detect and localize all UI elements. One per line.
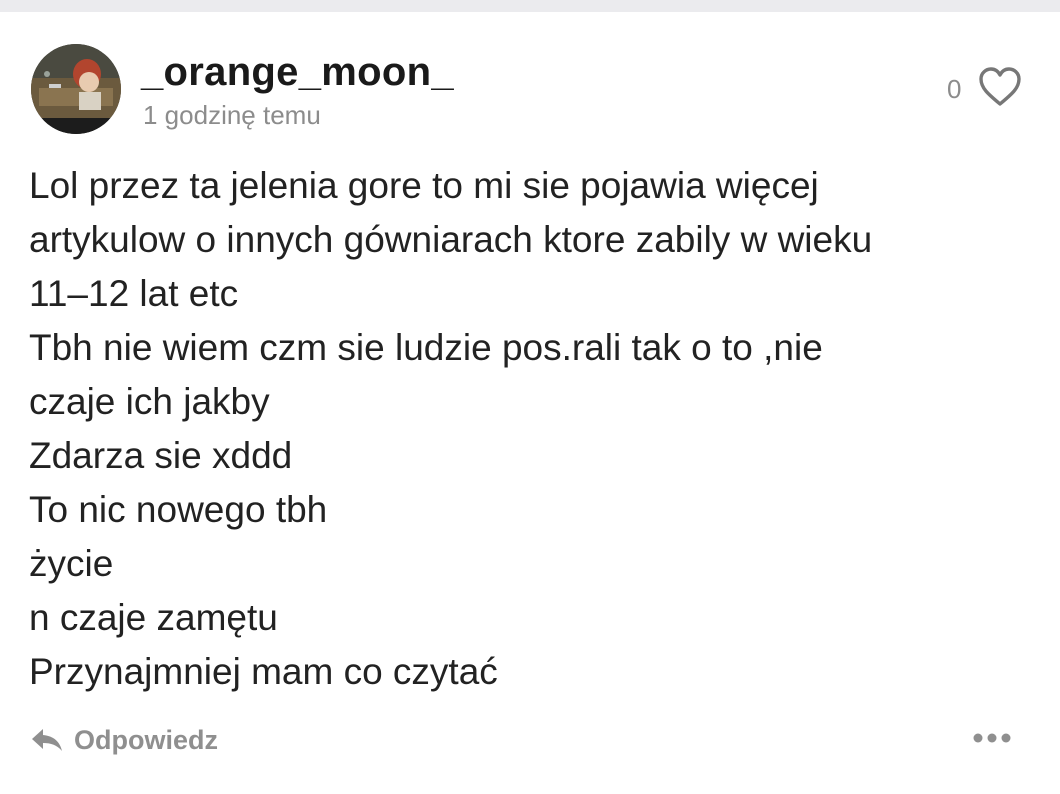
comment-body-line: Zdarza sie xddd [29,435,293,476]
heart-outline-icon[interactable] [978,66,1022,108]
reply-button[interactable]: Odpowiedz [30,720,218,760]
comment-body-line: czaje ich jakby [29,381,270,422]
comment-body-line: Lol przez ta jelenia gore to mi sie poja… [29,165,819,206]
comment-body-line: To nic nowego tbh [29,489,328,530]
comment-card: _orange_moon_ 1 godzinę temu 0 Lol przez… [0,12,1060,794]
comment-body-line: Tbh nie wiem czm sie ludzie pos.rali tak… [29,327,823,368]
top-divider-strip [0,0,1060,12]
comment-body: Lol przez ta jelenia gore to mi sie poja… [29,159,1039,699]
comment-body-line: 11–12 lat etc [29,273,239,314]
more-horizontal-icon[interactable] [972,730,1012,746]
avatar-image [31,44,121,134]
username[interactable]: _orange_moon_ [141,44,454,100]
comment-body-line: Przynajmniej mam co czytać [29,651,498,692]
like-count: 0 [947,74,962,104]
comment-body-line: artykulow o innych gówniarach ktore zabi… [29,219,873,260]
reply-label: Odpowiedz [74,724,218,755]
comment-body-line: życie [29,543,114,584]
avatar[interactable] [31,44,121,134]
comment-body-line: n czaje zamętu [29,597,278,638]
reply-arrow-icon [32,729,62,751]
timestamp: 1 godzinę temu [143,100,321,130]
